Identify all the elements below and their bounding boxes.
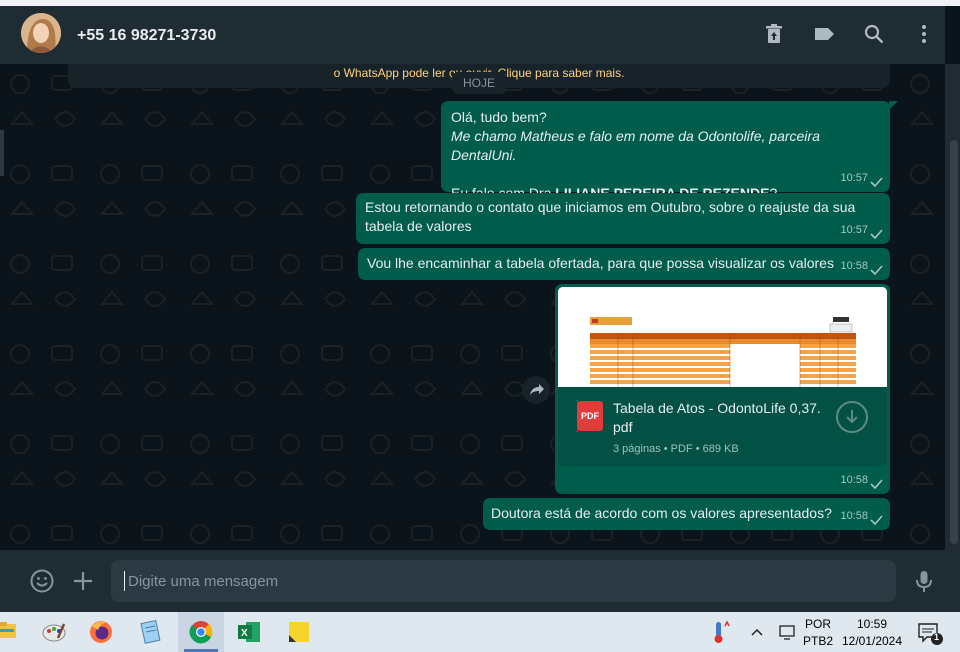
date-chip: HOJE bbox=[452, 72, 506, 94]
message-time: 10:57 bbox=[840, 172, 868, 184]
sent-check-icon bbox=[870, 515, 883, 525]
message-time: 10:57 bbox=[840, 224, 868, 236]
message-text: Olá, tudo bem? bbox=[451, 109, 547, 125]
notepad-icon[interactable] bbox=[128, 612, 174, 652]
sent-check-icon bbox=[870, 177, 883, 187]
forward-icon[interactable] bbox=[522, 376, 550, 404]
file-explorer-icon[interactable] bbox=[0, 612, 34, 652]
contact-name[interactable]: +55 16 98271-3730 bbox=[77, 27, 216, 45]
keyboard-layout: PTB2 bbox=[802, 634, 833, 648]
attach-plus-icon[interactable] bbox=[70, 568, 96, 594]
message-input-placeholder: Digite uma mensagem bbox=[128, 573, 279, 590]
message-text: Estou retornando o contato que iniciamos… bbox=[365, 199, 856, 234]
sent-check-icon bbox=[870, 229, 883, 239]
clock-time: 10:59 bbox=[856, 617, 888, 631]
clock-date: 12/01/2024 bbox=[841, 634, 903, 648]
message-time: 10:58 bbox=[840, 510, 868, 522]
message-time: 10:58 bbox=[840, 474, 868, 486]
message-bubble[interactable]: Estou retornando o contato que iniciamos… bbox=[356, 193, 890, 244]
document-meta: 3 páginas • PDF • 689 KB bbox=[613, 443, 739, 455]
download-icon[interactable] bbox=[836, 401, 868, 433]
excel-icon[interactable]: X bbox=[226, 612, 272, 652]
clock[interactable]: 10:59 12/01/2024 bbox=[838, 617, 906, 648]
network-icon[interactable] bbox=[774, 612, 802, 652]
menu-icon[interactable] bbox=[913, 23, 935, 45]
scrollbar-thumb[interactable] bbox=[950, 140, 958, 544]
document-name: Tabela de Atos - OdontoLife 0,37. pdf bbox=[613, 400, 821, 435]
pdf-file-icon: PDF bbox=[577, 401, 603, 431]
message-bubble[interactable]: Olá, tudo bem? Me chamo Matheus e falo e… bbox=[441, 101, 898, 201]
sent-check-icon bbox=[870, 265, 883, 275]
message-text: Vou lhe encaminhar a tabela ofertada, pa… bbox=[367, 255, 834, 271]
message-input[interactable]: Digite uma mensagem bbox=[111, 560, 896, 602]
sticky-notes-icon[interactable] bbox=[276, 612, 322, 652]
language-code: POR bbox=[804, 617, 831, 631]
svg-text:X: X bbox=[241, 628, 248, 639]
message-time: 10:58 bbox=[840, 260, 868, 272]
chat-header: +55 16 98271-3730 bbox=[0, 6, 945, 64]
label-icon[interactable] bbox=[813, 23, 835, 45]
archive-icon[interactable] bbox=[763, 23, 785, 45]
chat-panel: o WhatsApp pode ler ou ouvir. Clique par… bbox=[0, 64, 945, 550]
search-icon[interactable] bbox=[863, 23, 885, 45]
document-message[interactable]: PDF Tabela de Atos - OdontoLife 0,37. pd… bbox=[555, 284, 890, 494]
notification-count: 1 bbox=[934, 632, 940, 642]
language-indicator[interactable]: POR PTB2 bbox=[802, 617, 834, 648]
windows-taskbar: X POR PTB2 10:59 12/01/2024 1 bbox=[0, 612, 960, 652]
notification-icon[interactable]: 1 bbox=[910, 612, 950, 652]
emoji-icon[interactable] bbox=[29, 568, 55, 594]
contact-avatar[interactable] bbox=[21, 13, 61, 53]
sent-check-icon bbox=[870, 479, 883, 489]
chrome-icon[interactable] bbox=[178, 612, 224, 652]
microphone-icon[interactable] bbox=[911, 568, 937, 594]
firefox-icon[interactable] bbox=[78, 612, 124, 652]
document-preview[interactable] bbox=[558, 287, 887, 387]
document-card[interactable]: PDF Tabela de Atos - OdontoLife 0,37. pd… bbox=[558, 387, 887, 466]
text-caret bbox=[124, 571, 125, 591]
chevron-up-icon[interactable] bbox=[746, 612, 768, 652]
message-text: Doutora está de acordo com os valores ap… bbox=[491, 505, 832, 521]
paint-icon[interactable] bbox=[32, 612, 78, 652]
message-text: Me chamo Matheus e falo em nome da Odont… bbox=[451, 128, 820, 163]
temperature-icon[interactable] bbox=[696, 612, 742, 652]
message-bubble[interactable]: Doutora está de acordo com os valores ap… bbox=[483, 498, 890, 530]
panel-edge bbox=[0, 130, 4, 176]
message-composer: Digite uma mensagem bbox=[0, 550, 960, 612]
message-bubble[interactable]: Vou lhe encaminhar a tabela ofertada, pa… bbox=[358, 248, 890, 280]
